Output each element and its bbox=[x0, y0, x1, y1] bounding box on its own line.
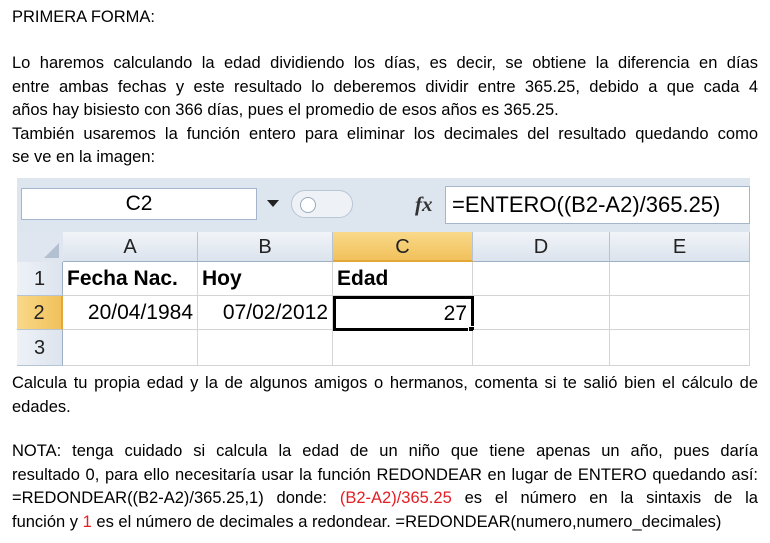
cell-grid: A B C D E 1 2 3 Fecha Nac. Hoy Edad 20/0… bbox=[17, 232, 750, 366]
cell-d1[interactable] bbox=[473, 262, 610, 296]
cell-b3[interactable] bbox=[198, 330, 333, 366]
cell-a3[interactable] bbox=[63, 330, 198, 366]
nota-text: es el número de decimales a redondear. =… bbox=[96, 512, 722, 531]
intro-line: También usaremos la función entero para … bbox=[12, 124, 758, 143]
cell-a1[interactable]: Fecha Nac. bbox=[63, 262, 198, 296]
heading-text: PRIMERA FORMA: bbox=[12, 8, 156, 26]
cell-d3[interactable] bbox=[473, 330, 610, 366]
cell-e3[interactable] bbox=[610, 330, 750, 366]
cell-c3[interactable] bbox=[333, 331, 473, 366]
intro-line: entre ambas fechas y este resultado lo d… bbox=[12, 77, 758, 96]
cell-c1[interactable]: Edad bbox=[333, 262, 473, 296]
exercise-paragraph: Calcula tu propia edad y la de algunos a… bbox=[12, 372, 758, 419]
name-box[interactable]: C2 bbox=[21, 188, 257, 220]
nota-line: resultado 0, para ello necesitaría usar … bbox=[12, 465, 758, 484]
cell-e1[interactable] bbox=[610, 262, 750, 296]
cell-a2[interactable]: 20/04/1984 bbox=[63, 296, 198, 330]
row-header-3[interactable]: 3 bbox=[17, 330, 63, 366]
column-header-e[interactable]: E bbox=[610, 232, 750, 262]
formula-input[interactable]: =ENTERO((B2-A2)/365.25) bbox=[445, 186, 750, 224]
name-box-dropdown-icon[interactable] bbox=[267, 200, 279, 207]
row-header-2[interactable]: 2 bbox=[17, 296, 63, 330]
nota-text: es el número en la sintaxis de la bbox=[464, 489, 758, 507]
nota-line: función y 1 es el número de decimales a … bbox=[12, 511, 758, 535]
cell-d2[interactable] bbox=[474, 296, 610, 330]
nota-formula: =REDONDEAR((B2-A2)/365.25,1) donde: bbox=[12, 489, 328, 507]
nota-highlight-decimals: 1 bbox=[82, 512, 92, 531]
nota-paragraph: NOTA: tenga cuidado si calcula la edad d… bbox=[12, 440, 758, 534]
formula-bar-slider[interactable] bbox=[291, 190, 353, 218]
cell-e2[interactable] bbox=[610, 296, 750, 330]
spreadsheet-screenshot: C2 fx =ENTERO((B2-A2)/365.25) A B C D E … bbox=[17, 178, 750, 366]
column-header-a[interactable]: A bbox=[63, 232, 198, 262]
nota-text: función y bbox=[12, 512, 79, 531]
select-all-corner[interactable] bbox=[17, 232, 63, 262]
row-header-1[interactable]: 1 bbox=[17, 262, 63, 296]
insert-function-icon[interactable]: fx bbox=[415, 192, 433, 217]
cell-c2-active[interactable]: 27 bbox=[333, 296, 474, 331]
formula-bar: C2 fx =ENTERO((B2-A2)/365.25) bbox=[17, 178, 750, 232]
column-header-b[interactable]: B bbox=[198, 232, 333, 262]
intro-line: se ve en la imagen: bbox=[12, 148, 156, 166]
intro-paragraph: Lo haremos calculando la edad dividiendo… bbox=[12, 52, 758, 170]
exercise-line: edades. bbox=[12, 397, 71, 416]
heading: PRIMERA FORMA: bbox=[12, 6, 758, 30]
nota-highlight-expression: (B2-A2)/365.25 bbox=[339, 489, 452, 507]
intro-line: Lo haremos calculando la edad dividiendo… bbox=[12, 54, 758, 72]
exercise-line: Calcula tu propia edad y la de algunos a… bbox=[12, 374, 758, 392]
column-header-c[interactable]: C bbox=[333, 232, 473, 262]
cell-b2[interactable]: 07/02/2012 bbox=[198, 296, 333, 330]
nota-line: NOTA: tenga cuidado si calcula la edad d… bbox=[12, 442, 758, 460]
intro-line: años hay bisiesto con 366 días, pues el … bbox=[12, 101, 559, 119]
column-header-d[interactable]: D bbox=[473, 232, 610, 262]
nota-line: =REDONDEAR((B2-A2)/365.25,1) donde: (B2-… bbox=[12, 487, 758, 511]
cell-b1[interactable]: Hoy bbox=[198, 262, 333, 296]
